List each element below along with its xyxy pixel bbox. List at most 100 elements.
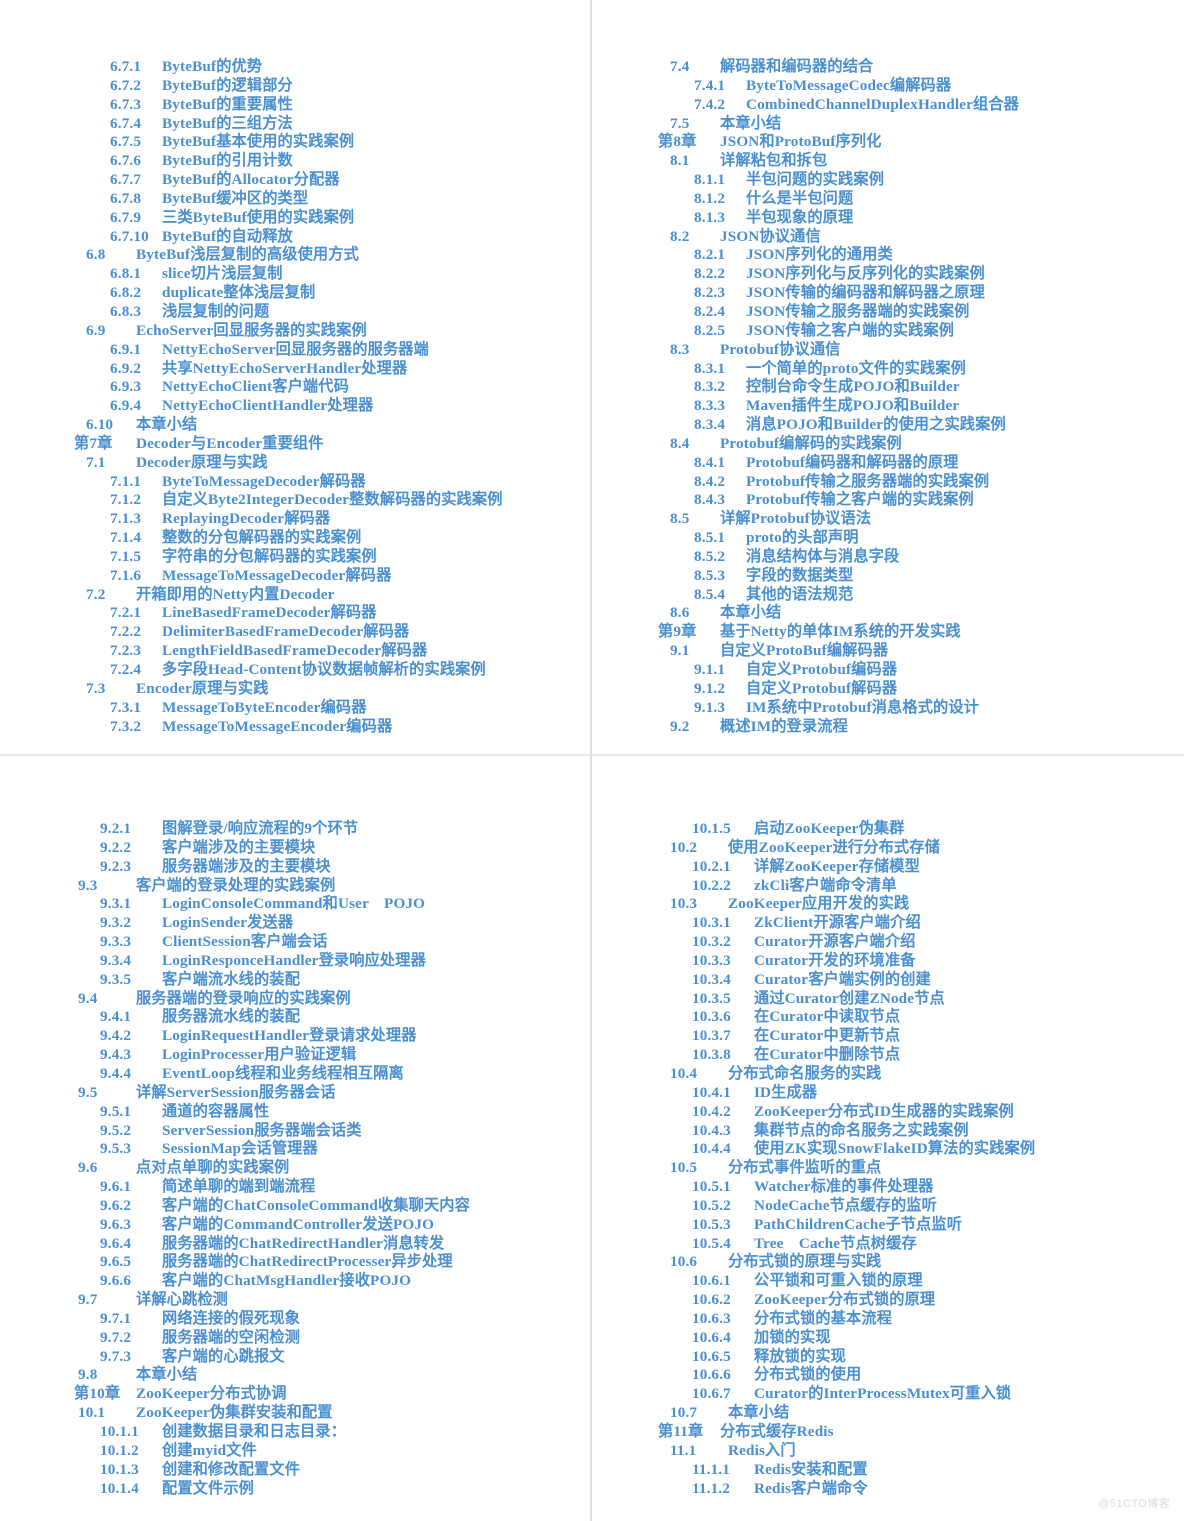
toc-entry[interactable]: 6.8.1 slice切片浅层复制 <box>0 265 590 284</box>
toc-entry[interactable]: 7.5 本章小结 <box>592 115 1184 134</box>
toc-entry[interactable]: 9.1 自定义ProtoBuf编解码器 <box>592 642 1184 661</box>
toc-entry[interactable]: 9.8 本章小结 <box>0 1366 590 1385</box>
toc-entry[interactable]: 6.9.4 NettyEchoClientHandler处理器 <box>0 397 590 416</box>
toc-entry[interactable]: 10.5 分布式事件监听的重点 <box>592 1159 1184 1178</box>
toc-entry[interactable]: 7.3 Encoder原理与实践 <box>0 680 590 699</box>
toc-entry[interactable]: 9.4.4 EventLoop线程和业务线程相互隔离 <box>0 1065 590 1084</box>
toc-entry[interactable]: 10.3.8 在Curator中删除节点 <box>592 1046 1184 1065</box>
toc-entry[interactable]: 8.3.3 Maven插件生成POJO和Builder <box>592 397 1184 416</box>
toc-entry[interactable]: 9.5 详解ServerSession服务器会话 <box>0 1084 590 1103</box>
toc-entry[interactable]: 6.7.4 ByteBuf的三组方法 <box>0 115 590 134</box>
toc-entry[interactable]: 9.3.1 LoginConsoleCommand和User POJO <box>0 895 590 914</box>
toc-entry[interactable]: 11.1 Redis入门 <box>592 1442 1184 1461</box>
toc-entry[interactable]: 8.1.2 什么是半包问题 <box>592 190 1184 209</box>
toc-entry[interactable]: 10.5.2 NodeCache节点缓存的监听 <box>592 1197 1184 1216</box>
toc-entry[interactable]: 8.2 JSON协议通信 <box>592 228 1184 247</box>
toc-entry[interactable]: 8.1 详解粘包和拆包 <box>592 152 1184 171</box>
toc-entry[interactable]: 10.5.4 Tree Cache节点树缓存 <box>592 1235 1184 1254</box>
toc-entry[interactable]: 10.1.1 创建数据目录和日志目录： <box>0 1423 590 1442</box>
toc-entry[interactable]: 10.6.2 ZooKeeper分布式锁的原理 <box>592 1291 1184 1310</box>
toc-entry[interactable]: 9.2 概述IM的登录流程 <box>592 718 1184 737</box>
toc-entry[interactable]: 9.3 客户端的登录处理的实践案例 <box>0 877 590 896</box>
toc-entry[interactable]: 10.3.6 在Curator中读取节点 <box>592 1008 1184 1027</box>
toc-entry[interactable]: 9.5.1 通道的容器属性 <box>0 1103 590 1122</box>
toc-entry[interactable]: 9.7 详解心跳检测 <box>0 1291 590 1310</box>
toc-entry[interactable]: 9.3.4 LoginResponceHandler登录响应处理器 <box>0 952 590 971</box>
toc-entry[interactable]: 10.4.1 ID生成器 <box>592 1084 1184 1103</box>
toc-entry[interactable]: 9.4.2 LoginRequestHandler登录请求处理器 <box>0 1027 590 1046</box>
toc-entry[interactable]: 9.6.2 客户端的ChatConsoleCommand收集聊天内容 <box>0 1197 590 1216</box>
toc-entry[interactable]: 7.1.3 ReplayingDecoder解码器 <box>0 510 590 529</box>
toc-entry[interactable]: 9.3.3 ClientSession客户端会话 <box>0 933 590 952</box>
toc-entry[interactable]: 8.1.3 半包现象的原理 <box>592 209 1184 228</box>
toc-entry[interactable]: 6.10 本章小结 <box>0 416 590 435</box>
toc-entry[interactable]: 7.2 开箱即用的Netty内置Decoder <box>0 586 590 605</box>
toc-entry[interactable]: 10.6.6 分布式锁的使用 <box>592 1366 1184 1385</box>
toc-entry[interactable]: 10.6.3 分布式锁的基本流程 <box>592 1310 1184 1329</box>
toc-entry[interactable]: 10.1.5 启动ZooKeeper伪集群 <box>592 820 1184 839</box>
toc-entry[interactable]: 6.7.7 ByteBuf的Allocator分配器 <box>0 171 590 190</box>
toc-entry[interactable]: 9.2.2 客户端涉及的主要模块 <box>0 839 590 858</box>
toc-entry[interactable]: 8.3 Protobuf协议通信 <box>592 341 1184 360</box>
toc-entry[interactable]: 9.4.1 服务器流水线的装配 <box>0 1008 590 1027</box>
toc-entry[interactable]: 11.1.2 Redis客户端命令 <box>592 1480 1184 1499</box>
toc-entry[interactable]: 9.6.5 服务器端的ChatRedirectProcesser异步处理 <box>0 1253 590 1272</box>
toc-entry[interactable]: 8.3.1 一个简单的proto文件的实践案例 <box>592 360 1184 379</box>
toc-entry[interactable]: 10.6.4 加锁的实现 <box>592 1329 1184 1348</box>
toc-entry[interactable]: 8.2.4 JSON传输之服务器端的实践案例 <box>592 303 1184 322</box>
toc-entry[interactable]: 7.4.1 ByteToMessageCodec编解码器 <box>592 77 1184 96</box>
toc-entry[interactable]: 10.3.2 Curator开源客户端介绍 <box>592 933 1184 952</box>
toc-entry[interactable]: 9.6 点对点单聊的实践案例 <box>0 1159 590 1178</box>
toc-entry[interactable]: 9.7.3 客户端的心跳报文 <box>0 1348 590 1367</box>
toc-entry[interactable]: 10.3.7 在Curator中更新节点 <box>592 1027 1184 1046</box>
toc-entry[interactable]: 第7章 Decoder与Encoder重要组件 <box>0 435 590 454</box>
toc-entry[interactable]: 9.6.4 服务器端的ChatRedirectHandler消息转发 <box>0 1235 590 1254</box>
toc-entry[interactable]: 7.2.1 LineBasedFrameDecoder解码器 <box>0 604 590 623</box>
toc-entry[interactable]: 9.7.2 服务器端的空闲检测 <box>0 1329 590 1348</box>
toc-entry[interactable]: 7.3.1 MessageToByteEncoder编码器 <box>0 699 590 718</box>
toc-entry[interactable]: 9.3.5 客户端流水线的装配 <box>0 971 590 990</box>
toc-entry[interactable]: 10.3 ZooKeeper应用开发的实践 <box>592 895 1184 914</box>
toc-entry[interactable]: 8.5.1 proto的头部声明 <box>592 529 1184 548</box>
toc-entry[interactable]: 10.6.5 释放锁的实现 <box>592 1348 1184 1367</box>
toc-entry[interactable]: 7.3.2 MessageToMessageEncoder编码器 <box>0 718 590 737</box>
toc-entry[interactable]: 6.7.1 ByteBuf的优势 <box>0 58 590 77</box>
toc-entry[interactable]: 9.1.2 自定义Protobuf解码器 <box>592 680 1184 699</box>
toc-entry[interactable]: 8.5.2 消息结构体与消息字段 <box>592 548 1184 567</box>
toc-entry[interactable]: 7.1.2 自定义Byte2IntegerDecoder整数解码器的实践案例 <box>0 491 590 510</box>
toc-entry[interactable]: 9.1.3 IM系统中Protobuf消息格式的设计 <box>592 699 1184 718</box>
toc-entry[interactable]: 11.1.1 Redis安装和配置 <box>592 1461 1184 1480</box>
toc-entry[interactable]: 6.9 EchoServer回显服务器的实践案例 <box>0 322 590 341</box>
toc-entry[interactable]: 6.7.5 ByteBuf基本使用的实践案例 <box>0 133 590 152</box>
toc-entry[interactable]: 8.4.2 Protobuf传输之服务器端的实践案例 <box>592 473 1184 492</box>
toc-entry[interactable]: 10.1.2 创建myid文件 <box>0 1442 590 1461</box>
toc-entry[interactable]: 9.4.3 LoginProcesser用户验证逻辑 <box>0 1046 590 1065</box>
toc-entry[interactable]: 9.4 服务器端的登录响应的实践案例 <box>0 990 590 1009</box>
toc-entry[interactable]: 7.1.1 ByteToMessageDecoder解码器 <box>0 473 590 492</box>
toc-entry[interactable]: 第9章 基于Netty的单体IM系统的开发实践 <box>592 623 1184 642</box>
toc-entry[interactable]: 10.7 本章小结 <box>592 1404 1184 1423</box>
toc-entry[interactable]: 9.7.1 网络连接的假死现象 <box>0 1310 590 1329</box>
toc-entry[interactable]: 9.3.2 LoginSender发送器 <box>0 914 590 933</box>
toc-entry[interactable]: 10.3.5 通过Curator创建ZNode节点 <box>592 990 1184 1009</box>
toc-entry[interactable]: 7.1.4 整数的分包解码器的实践案例 <box>0 529 590 548</box>
toc-entry[interactable]: 8.3.2 控制台命令生成POJO和Builder <box>592 378 1184 397</box>
toc-entry[interactable]: 6.7.9 三类ByteBuf使用的实践案例 <box>0 209 590 228</box>
toc-entry[interactable]: 6.9.3 NettyEchoClient客户端代码 <box>0 378 590 397</box>
toc-entry[interactable]: 9.1.1 自定义Protobuf编码器 <box>592 661 1184 680</box>
toc-entry[interactable]: 8.2.3 JSON传输的编码器和解码器之原理 <box>592 284 1184 303</box>
toc-entry[interactable]: 8.2.1 JSON序列化的通用类 <box>592 246 1184 265</box>
toc-entry[interactable]: 10.1 ZooKeeper伪集群安装和配置 <box>0 1404 590 1423</box>
toc-entry[interactable]: 8.4.3 Protobuf传输之客户端的实践案例 <box>592 491 1184 510</box>
toc-entry[interactable]: 7.4 解码器和编码器的结合 <box>592 58 1184 77</box>
toc-entry[interactable]: 9.6.1 简述单聊的端到端流程 <box>0 1178 590 1197</box>
toc-entry[interactable]: 10.2 使用ZooKeeper进行分布式存储 <box>592 839 1184 858</box>
toc-entry[interactable]: 9.5.3 SessionMap会话管理器 <box>0 1140 590 1159</box>
toc-entry[interactable]: 6.8.3 浅层复制的问题 <box>0 303 590 322</box>
toc-entry[interactable]: 6.8.2 duplicate整体浅层复制 <box>0 284 590 303</box>
toc-entry[interactable]: 9.5.2 ServerSession服务器端会话类 <box>0 1122 590 1141</box>
toc-entry[interactable]: 8.5.4 其他的语法规范 <box>592 586 1184 605</box>
toc-entry[interactable]: 6.7.6 ByteBuf的引用计数 <box>0 152 590 171</box>
toc-entry[interactable]: 10.4.2 ZooKeeper分布式ID生成器的实践案例 <box>592 1103 1184 1122</box>
toc-entry[interactable]: 6.7.3 ByteBuf的重要属性 <box>0 96 590 115</box>
